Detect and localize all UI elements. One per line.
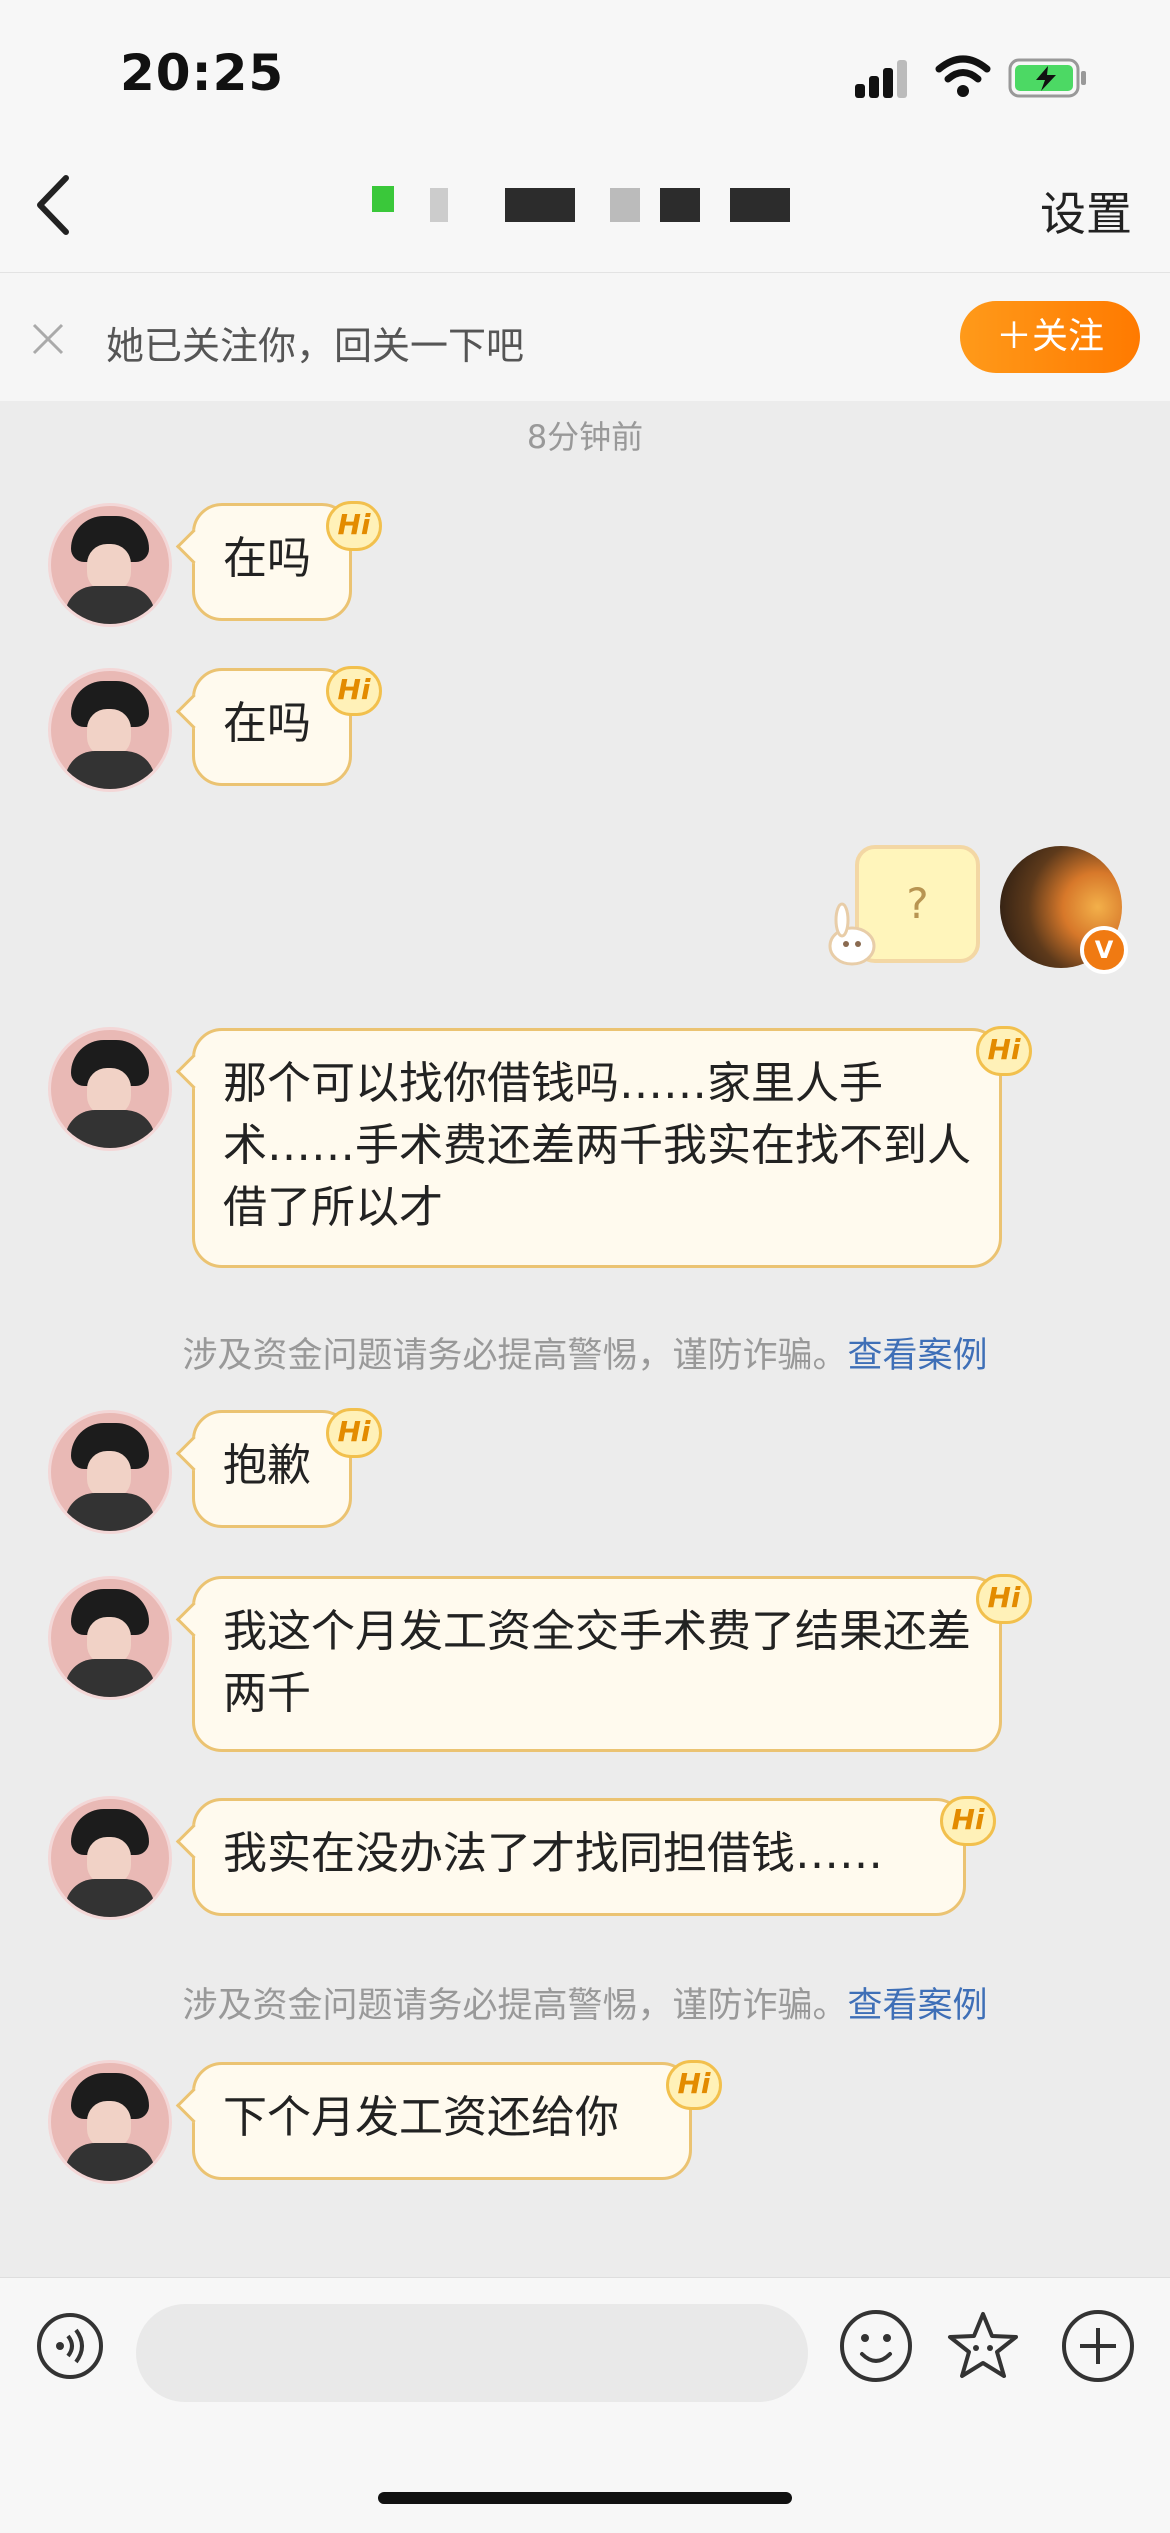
fraud-warning: 涉及资金问题请务必提高警惕，谨防诈骗。查看案例 — [182, 1336, 988, 1376]
add-icon[interactable] — [1060, 2308, 1136, 2384]
sender-avatar[interactable] — [48, 668, 172, 792]
back-button[interactable] — [30, 170, 80, 240]
message-bubble[interactable]: 我实在没办法了才找同担借钱…… — [192, 1798, 966, 1916]
sender-avatar[interactable] — [48, 2060, 172, 2184]
sender-avatar[interactable] — [48, 1576, 172, 1700]
status-time: 20:25 — [120, 44, 285, 102]
sender-avatar[interactable] — [48, 1027, 172, 1151]
message-bubble[interactable]: 那个可以找你借钱吗……家里人手术……手术费还差两千我实在找不到人借了所以才 — [192, 1028, 1002, 1268]
hi-badge: Hi — [666, 2060, 722, 2110]
follow-button[interactable]: ＋关注 — [960, 301, 1140, 373]
chat-title-obscured — [360, 180, 810, 230]
follow-banner-text: 她已关注你，回关一下吧 — [106, 324, 525, 368]
view-cases-link[interactable]: 查看案例 — [848, 1986, 988, 2026]
settings-button[interactable]: 设置 — [1040, 178, 1132, 244]
view-cases-link[interactable]: 查看案例 — [848, 1336, 988, 1376]
hi-badge: Hi — [940, 1796, 996, 1846]
home-indicator — [378, 2492, 792, 2504]
hi-badge: Hi — [326, 501, 382, 551]
top-area — [0, 0, 1170, 272]
emoji-icon[interactable] — [838, 2308, 914, 2384]
message-bubble[interactable]: 下个月发工资还给你 — [192, 2062, 692, 2180]
sender-avatar[interactable] — [48, 1796, 172, 1920]
message-bubble[interactable]: 我这个月发工资全交手术费了结果还差两千 — [192, 1576, 1002, 1752]
message-input[interactable] — [136, 2304, 808, 2402]
hi-badge: Hi — [976, 1026, 1032, 1076]
follow-banner: 她已关注你，回关一下吧 ＋关注 — [0, 272, 1170, 401]
hi-badge: Hi — [326, 1408, 382, 1458]
wifi-icon — [935, 55, 991, 97]
signal-icon — [855, 60, 915, 98]
close-icon[interactable] — [30, 321, 66, 357]
bunny-sticker-icon — [828, 902, 876, 966]
sender-avatar[interactable] — [48, 503, 172, 627]
verified-badge-icon: V — [1080, 926, 1128, 974]
hi-badge: Hi — [976, 1574, 1032, 1624]
sender-avatar[interactable] — [48, 1410, 172, 1534]
sticker-star-icon[interactable] — [945, 2308, 1021, 2384]
hi-badge: Hi — [326, 666, 382, 716]
timestamp: 8分钟前 — [526, 418, 644, 456]
battery-icon — [1008, 58, 1086, 98]
fraud-warning: 涉及资金问题请务必提高警惕，谨防诈骗。查看案例 — [182, 1986, 988, 2026]
voice-input-icon[interactable] — [36, 2312, 104, 2380]
